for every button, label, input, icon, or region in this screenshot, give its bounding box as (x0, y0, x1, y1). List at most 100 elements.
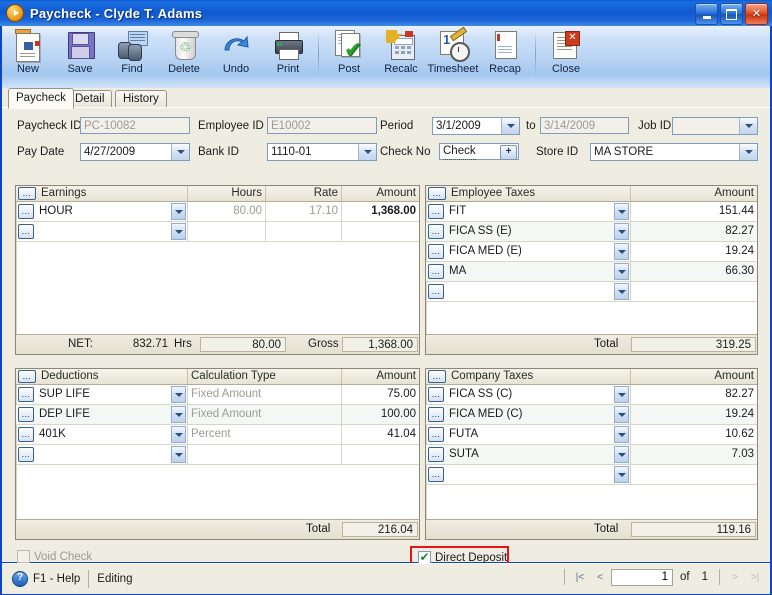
job-id-combo[interactable] (672, 117, 758, 135)
ellipsis-button-icon[interactable]: … (428, 284, 444, 299)
table-row[interactable]: … SUP LIFE Fixed Amount 75.00 (16, 385, 419, 405)
bank-id-combo[interactable]: 1110-01 (267, 143, 377, 161)
close-button[interactable]: ✕ (745, 3, 768, 25)
earnings-rate-cell[interactable] (266, 222, 342, 241)
employee-tax-amount-cell[interactable]: 66.30 (631, 262, 757, 281)
ellipsis-button-icon[interactable]: … (428, 244, 444, 259)
toolbar-find-button[interactable]: Find (106, 26, 158, 87)
ellipsis-button-icon[interactable]: … (428, 187, 446, 200)
company-tax-amount-cell[interactable]: 19.24 (631, 405, 757, 424)
table-row[interactable]: … (426, 465, 757, 485)
table-row[interactable]: … FICA SS (E) 82.27 (426, 222, 757, 242)
toolbar-recap-button[interactable]: Recap (479, 26, 531, 87)
ellipsis-button-icon[interactable]: … (18, 447, 34, 462)
nav-last-button[interactable]: >| (746, 568, 764, 586)
earnings-rate-cell[interactable]: 17.10 (266, 202, 342, 221)
company-tax-dropdown[interactable] (614, 466, 629, 483)
ellipsis-button-icon[interactable]: … (428, 224, 444, 239)
deduction-name-cell[interactable] (36, 445, 188, 464)
earnings-hours-cell[interactable] (188, 222, 266, 241)
table-row[interactable]: … SUTA 7.03 (426, 445, 757, 465)
ellipsis-button-icon[interactable]: … (18, 407, 34, 422)
table-row[interactable]: … 401K Percent 41.04 (16, 425, 419, 445)
employee-tax-amount-cell[interactable]: 82.27 (631, 222, 757, 241)
toolbar-post-button[interactable]: ✔ Post (323, 26, 375, 87)
table-row[interactable]: … FICA MED (E) 19.24 (426, 242, 757, 262)
ellipsis-button-icon[interactable]: … (428, 427, 444, 442)
toolbar-undo-button[interactable]: Undo (210, 26, 262, 87)
check-no-plus-button[interactable]: + (500, 145, 517, 160)
deduction-name-dropdown[interactable] (171, 446, 186, 463)
toolbar-delete-button[interactable]: ♲ Delete (158, 26, 210, 87)
earnings-name-dropdown[interactable] (171, 223, 186, 240)
deduction-amount-cell[interactable]: 75.00 (342, 385, 419, 404)
company-tax-name-cell[interactable] (446, 465, 631, 484)
deduction-name-dropdown[interactable] (171, 406, 186, 423)
nav-first-button[interactable]: |< (571, 568, 589, 586)
table-row[interactable]: … (16, 222, 419, 242)
company-tax-dropdown[interactable] (614, 406, 629, 423)
toolbar-save-button[interactable]: Save (54, 26, 106, 87)
deduction-amount-cell[interactable] (342, 445, 419, 464)
employee-tax-amount-cell[interactable] (631, 282, 757, 301)
table-row[interactable]: … DEP LIFE Fixed Amount 100.00 (16, 405, 419, 425)
ellipsis-button-icon[interactable]: … (428, 467, 444, 482)
ellipsis-button-icon[interactable]: … (428, 447, 444, 462)
toolbar-print-button[interactable]: Print (262, 26, 314, 87)
tab-history[interactable]: History (115, 90, 167, 108)
earnings-name-cell[interactable]: HOUR (36, 202, 188, 221)
employee-id-input[interactable]: E10002 (267, 117, 377, 134)
minimize-button[interactable] (695, 3, 718, 25)
ellipsis-button-icon[interactable]: … (18, 387, 34, 402)
earnings-amount-cell[interactable] (342, 222, 419, 241)
employee-tax-dropdown[interactable] (614, 223, 629, 240)
company-tax-amount-cell[interactable]: 7.03 (631, 445, 757, 464)
earnings-hours-cell[interactable]: 80.00 (188, 202, 266, 221)
company-tax-name-cell[interactable]: SUTA (446, 445, 631, 464)
check-no-input[interactable]: Check + (439, 143, 519, 160)
deduction-amount-cell[interactable]: 100.00 (342, 405, 419, 424)
ellipsis-button-icon[interactable]: … (428, 407, 444, 422)
paycheck-id-input[interactable]: PC-10082 (80, 117, 190, 134)
employee-tax-amount-cell[interactable]: 19.24 (631, 242, 757, 261)
company-tax-amount-cell[interactable]: 10.62 (631, 425, 757, 444)
employee-tax-dropdown[interactable] (614, 263, 629, 280)
ellipsis-button-icon[interactable]: … (18, 187, 36, 200)
table-row[interactable]: … FUTA 10.62 (426, 425, 757, 445)
company-tax-name-cell[interactable]: FICA MED (C) (446, 405, 631, 424)
help-status[interactable]: ? F1 - Help (12, 569, 80, 589)
earnings-name-cell[interactable] (36, 222, 188, 241)
toolbar-timesheet-button[interactable]: 1 Timesheet (427, 26, 479, 87)
table-row[interactable]: … FIT 151.44 (426, 202, 757, 222)
toolbar-recalc-button[interactable]: Recalc (375, 26, 427, 87)
void-check-box-icon[interactable] (17, 550, 30, 563)
deduction-name-dropdown[interactable] (171, 426, 186, 443)
ellipsis-button-icon[interactable]: … (18, 224, 34, 239)
company-tax-dropdown[interactable] (614, 446, 629, 463)
employee-tax-name-cell[interactable]: FICA SS (E) (446, 222, 631, 241)
deduction-calc-cell[interactable]: Fixed Amount (188, 385, 342, 404)
period-to-input[interactable]: 3/14/2009 (540, 117, 629, 134)
ellipsis-button-icon[interactable]: … (18, 370, 36, 383)
deduction-amount-cell[interactable]: 41.04 (342, 425, 419, 444)
company-tax-name-cell[interactable]: FUTA (446, 425, 631, 444)
company-tax-dropdown[interactable] (614, 386, 629, 403)
ellipsis-button-icon[interactable]: … (428, 264, 444, 279)
maximize-button[interactable] (720, 3, 743, 25)
pay-date-combo[interactable]: 4/27/2009 (80, 143, 190, 161)
table-row[interactable]: … FICA MED (C) 19.24 (426, 405, 757, 425)
employee-tax-name-cell[interactable]: MA (446, 262, 631, 281)
employee-tax-name-cell[interactable]: FICA MED (E) (446, 242, 631, 261)
deduction-calc-cell[interactable]: Fixed Amount (188, 405, 342, 424)
nav-page-input[interactable]: 1 (611, 568, 673, 586)
employee-tax-dropdown[interactable] (614, 203, 629, 220)
deduction-name-dropdown[interactable] (171, 386, 186, 403)
employee-tax-dropdown[interactable] (614, 243, 629, 260)
nav-next-button[interactable]: > (726, 568, 744, 586)
table-row[interactable]: … FICA SS (C) 82.27 (426, 385, 757, 405)
deduction-name-cell[interactable]: SUP LIFE (36, 385, 188, 404)
period-combo[interactable]: 3/1/2009 (432, 117, 520, 135)
ellipsis-button-icon[interactable]: … (18, 204, 34, 219)
store-id-combo[interactable]: MA STORE (590, 143, 758, 161)
ellipsis-button-icon[interactable]: … (18, 427, 34, 442)
